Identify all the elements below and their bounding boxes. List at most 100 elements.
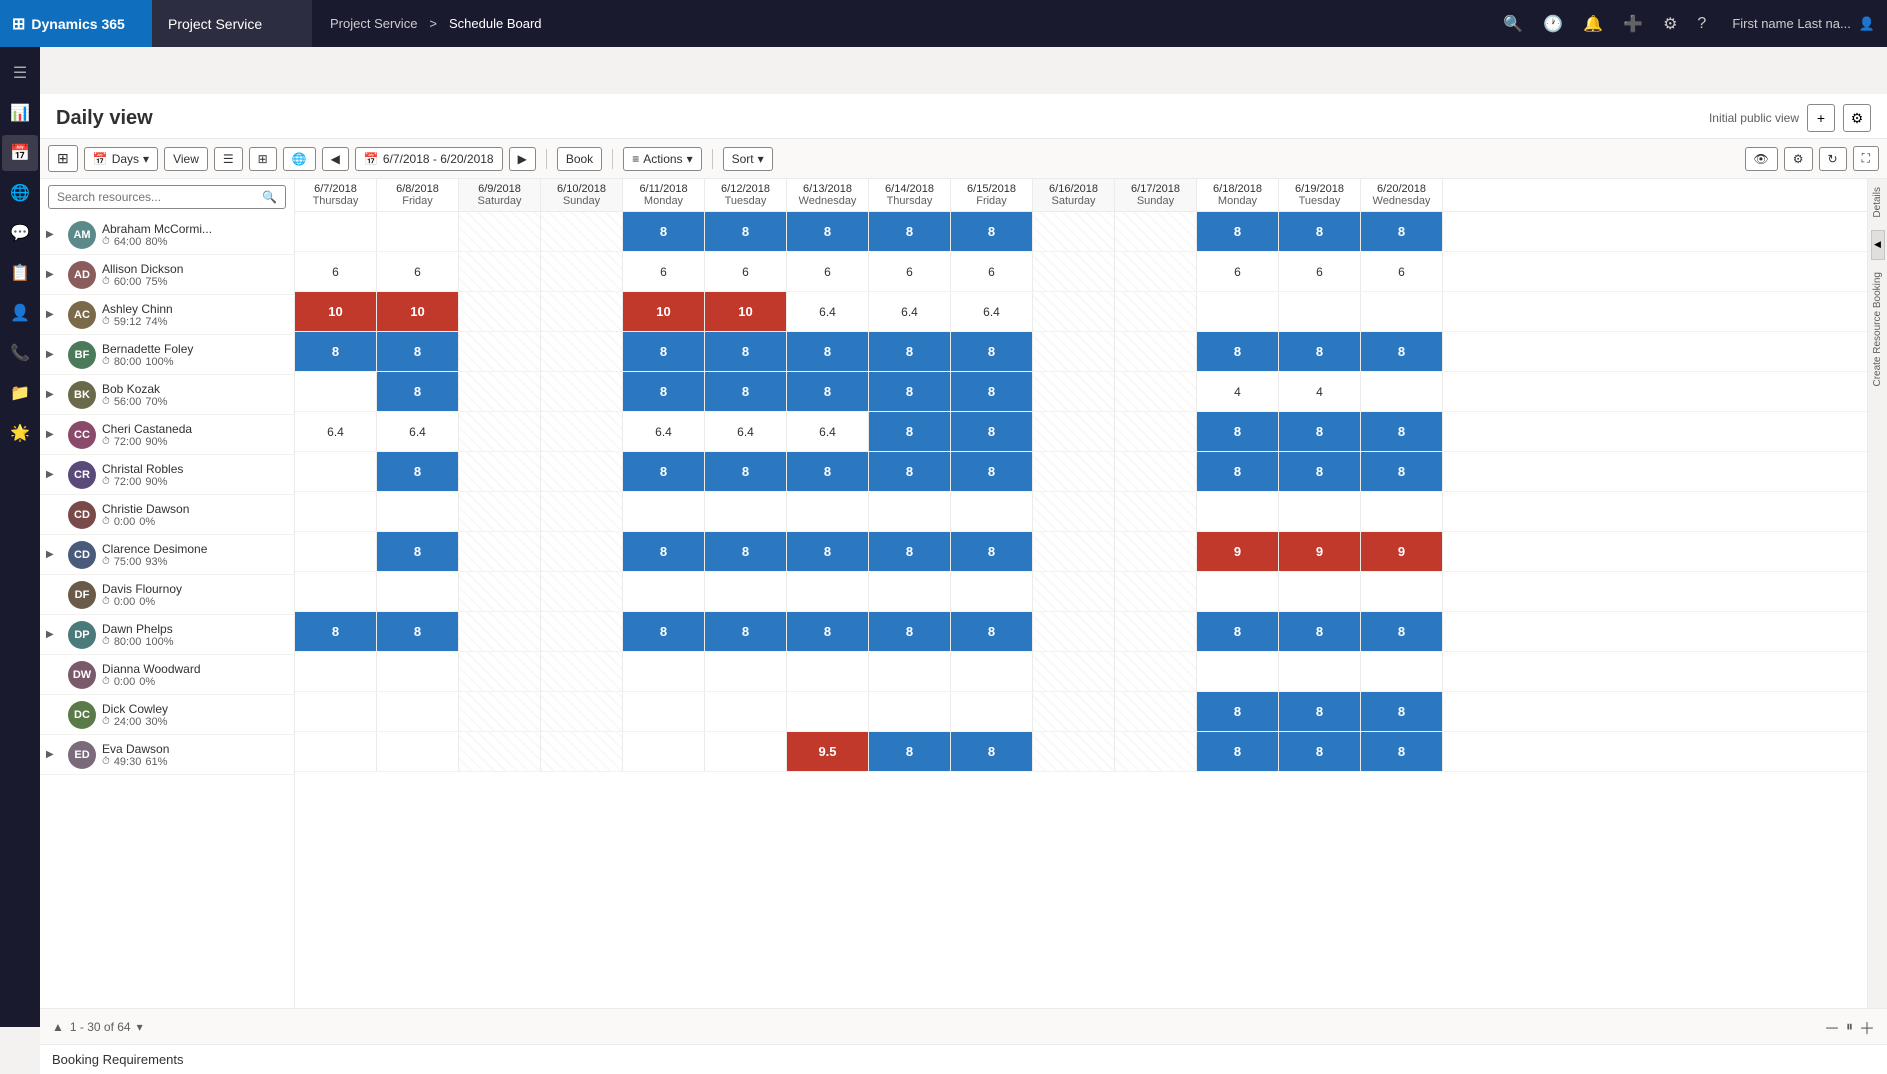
day-cell[interactable] bbox=[1115, 212, 1197, 251]
day-cell[interactable]: 8 bbox=[623, 372, 705, 411]
day-cell[interactable] bbox=[951, 652, 1033, 691]
resource-expand-icon[interactable]: ▶ bbox=[46, 749, 62, 760]
day-cell[interactable] bbox=[295, 692, 377, 731]
day-cell[interactable]: 8 bbox=[1361, 452, 1443, 491]
day-cell[interactable]: 10 bbox=[705, 292, 787, 331]
day-cell[interactable]: 8 bbox=[951, 212, 1033, 251]
day-cell[interactable]: 8 bbox=[705, 212, 787, 251]
day-cell[interactable]: 9.5 bbox=[787, 732, 869, 771]
day-cell[interactable] bbox=[295, 532, 377, 571]
resource-row[interactable]: ▶ ED Eva Dawson ⏱ 49:30 61% bbox=[40, 735, 294, 775]
day-cell[interactable] bbox=[1033, 332, 1115, 371]
day-cell[interactable] bbox=[1279, 492, 1361, 531]
day-cell[interactable]: 6 bbox=[1197, 252, 1279, 291]
resource-row[interactable]: DC Dick Cowley ⏱ 24:00 30% bbox=[40, 695, 294, 735]
day-cell[interactable] bbox=[1033, 372, 1115, 411]
day-cell[interactable]: 10 bbox=[623, 292, 705, 331]
day-cell[interactable]: 8 bbox=[1279, 412, 1361, 451]
date-range-button[interactable]: 📅 6/7/2018 - 6/20/2018 bbox=[355, 147, 503, 171]
sidebar-phone-item[interactable]: 📞 bbox=[2, 335, 38, 371]
sidebar-tasks-item[interactable]: 📋 bbox=[2, 255, 38, 291]
day-cell[interactable]: 8 bbox=[705, 332, 787, 371]
day-cell[interactable]: 8 bbox=[787, 372, 869, 411]
day-cell[interactable] bbox=[1115, 492, 1197, 531]
day-cell[interactable] bbox=[459, 252, 541, 291]
day-cell[interactable]: 4 bbox=[1197, 372, 1279, 411]
day-cell[interactable] bbox=[1033, 572, 1115, 611]
resource-expand-icon[interactable]: ▶ bbox=[46, 309, 62, 320]
day-cell[interactable] bbox=[787, 652, 869, 691]
day-cell[interactable] bbox=[377, 572, 459, 611]
day-cell[interactable]: 8 bbox=[1279, 612, 1361, 651]
resource-expand-icon[interactable]: ▶ bbox=[46, 389, 62, 400]
day-cell[interactable] bbox=[541, 212, 623, 251]
day-cell[interactable] bbox=[459, 492, 541, 531]
day-cell[interactable] bbox=[295, 492, 377, 531]
day-cell[interactable]: 8 bbox=[951, 412, 1033, 451]
day-cell[interactable]: 8 bbox=[951, 372, 1033, 411]
day-cell[interactable]: 4 bbox=[1279, 372, 1361, 411]
day-cell[interactable]: 8 bbox=[869, 412, 951, 451]
day-cell[interactable]: 8 bbox=[951, 732, 1033, 771]
day-cell[interactable] bbox=[377, 212, 459, 251]
day-cell[interactable]: 8 bbox=[377, 332, 459, 371]
right-panel-collapse-button[interactable]: ◀ bbox=[1871, 230, 1885, 260]
grid-view-button[interactable]: ⊞ bbox=[249, 147, 277, 171]
day-cell[interactable] bbox=[541, 572, 623, 611]
day-cell[interactable]: 6.4 bbox=[705, 412, 787, 451]
day-cell[interactable]: 6.4 bbox=[623, 412, 705, 451]
day-cell[interactable] bbox=[623, 572, 705, 611]
day-cell[interactable] bbox=[377, 732, 459, 771]
settings-icon[interactable]: ⚙ bbox=[1657, 8, 1683, 40]
day-cell[interactable]: 8 bbox=[787, 452, 869, 491]
day-cell[interactable] bbox=[541, 532, 623, 571]
day-cell[interactable]: 8 bbox=[869, 532, 951, 571]
day-cell[interactable]: 8 bbox=[377, 452, 459, 491]
day-cell[interactable]: 10 bbox=[295, 292, 377, 331]
day-cell[interactable] bbox=[377, 492, 459, 531]
day-cell[interactable]: 8 bbox=[787, 532, 869, 571]
day-cell[interactable] bbox=[1197, 492, 1279, 531]
day-cell[interactable]: 6 bbox=[951, 252, 1033, 291]
day-cell[interactable]: 8 bbox=[951, 452, 1033, 491]
day-cell[interactable]: 8 bbox=[377, 532, 459, 571]
day-cell[interactable]: 9 bbox=[1361, 532, 1443, 571]
resource-row[interactable]: ▶ BF Bernadette Foley ⏱ 80:00 100% bbox=[40, 335, 294, 375]
day-cell[interactable] bbox=[705, 492, 787, 531]
day-cell[interactable]: 6.4 bbox=[377, 412, 459, 451]
day-cell[interactable] bbox=[459, 652, 541, 691]
day-cell[interactable] bbox=[705, 692, 787, 731]
sidebar-dashboard-item[interactable]: 📊 bbox=[2, 95, 38, 131]
day-cell[interactable] bbox=[541, 372, 623, 411]
day-cell[interactable] bbox=[1033, 412, 1115, 451]
day-cell[interactable] bbox=[1033, 452, 1115, 491]
day-cell[interactable]: 6.4 bbox=[295, 412, 377, 451]
day-cell[interactable] bbox=[541, 692, 623, 731]
help-icon[interactable]: ? bbox=[1691, 9, 1712, 39]
resource-row[interactable]: ▶ AD Allison Dickson ⏱ 60:00 75% bbox=[40, 255, 294, 295]
day-cell[interactable] bbox=[1033, 692, 1115, 731]
notification-icon[interactable]: 🔔 bbox=[1577, 8, 1609, 40]
breadcrumb-part2[interactable]: Schedule Board bbox=[449, 16, 542, 31]
day-cell[interactable] bbox=[869, 692, 951, 731]
day-cell[interactable]: 8 bbox=[951, 332, 1033, 371]
add-icon[interactable]: ➕ bbox=[1617, 8, 1649, 40]
day-cell[interactable]: 8 bbox=[869, 452, 951, 491]
app-name[interactable]: Project Service bbox=[152, 0, 312, 47]
day-cell[interactable] bbox=[1115, 732, 1197, 771]
day-cell[interactable]: 6.4 bbox=[869, 292, 951, 331]
refresh-settings-button[interactable]: ⚙ bbox=[1784, 147, 1813, 171]
day-cell[interactable] bbox=[541, 412, 623, 451]
day-cell[interactable]: 8 bbox=[1197, 732, 1279, 771]
resource-row[interactable]: ▶ AC Ashley Chinn ⏱ 59:12 74% bbox=[40, 295, 294, 335]
day-cell[interactable]: 10 bbox=[377, 292, 459, 331]
day-cell[interactable] bbox=[951, 692, 1033, 731]
resource-expand-icon[interactable]: ▶ bbox=[46, 269, 62, 280]
day-cell[interactable] bbox=[1115, 252, 1197, 291]
day-cell[interactable] bbox=[623, 692, 705, 731]
day-cell[interactable] bbox=[1115, 452, 1197, 491]
day-cell[interactable]: 6 bbox=[623, 252, 705, 291]
day-cell[interactable] bbox=[1033, 212, 1115, 251]
resource-row[interactable]: ▶ BK Bob Kozak ⏱ 56:00 70% bbox=[40, 375, 294, 415]
day-cell[interactable] bbox=[459, 292, 541, 331]
